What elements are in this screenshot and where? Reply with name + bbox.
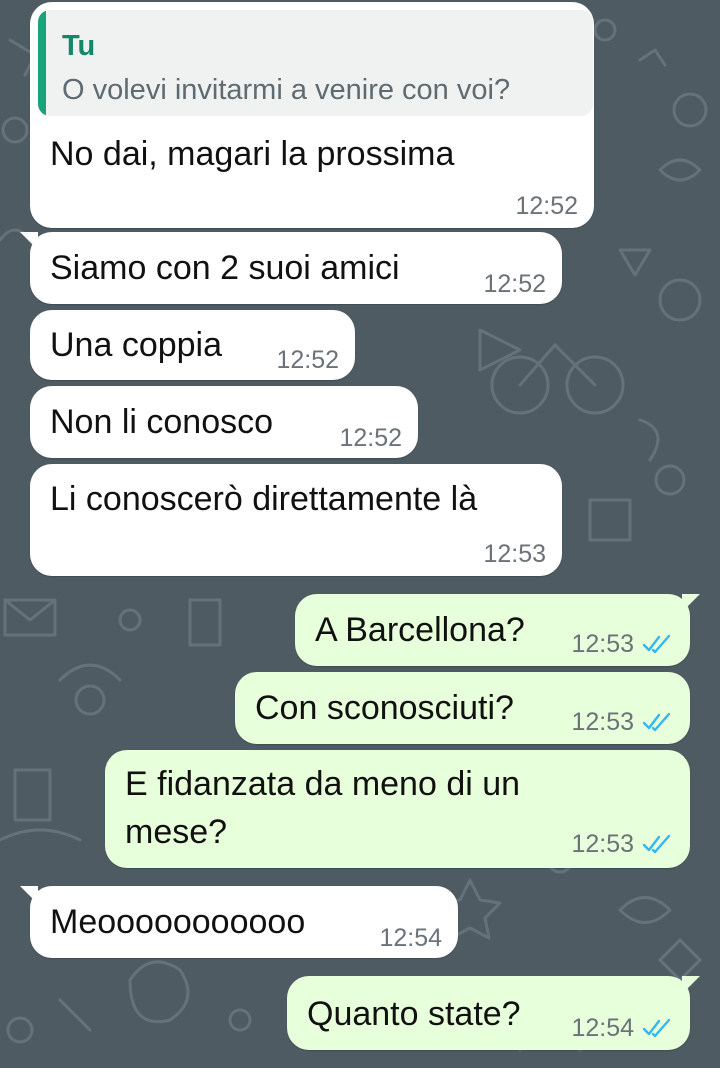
bubble-tail xyxy=(20,886,38,904)
message-bubble-incoming[interactable]: Li conoscerò direttamente là 12:53 xyxy=(30,464,562,576)
bubble-tail xyxy=(682,976,700,994)
message-time: 12:54 xyxy=(571,1014,634,1042)
chat-screen: { "colors": { "wallpaper": "#4f5b63", "i… xyxy=(0,0,720,1068)
message-time: 12:52 xyxy=(276,346,339,374)
message-bubble-incoming[interactable]: Meooooooooooo 12:54 xyxy=(20,886,458,958)
message-text: Quanto state? xyxy=(307,995,521,1033)
bubble-tail xyxy=(20,232,38,250)
message-bubble-outgoing[interactable]: Quanto state? 12:54 xyxy=(287,976,700,1050)
message-bubble-outgoing[interactable]: Con sconosciuti? 12:53 xyxy=(235,672,690,744)
message-time: 12:53 xyxy=(571,830,634,858)
message-text-line-1: E fidanzata da meno di un xyxy=(125,765,521,803)
message-text: Una coppia xyxy=(50,326,223,364)
read-ticks-icon xyxy=(642,1018,671,1038)
read-ticks-icon xyxy=(642,634,671,654)
message-bubble-incoming[interactable]: Siamo con 2 suoi amici 12:52 xyxy=(20,232,562,304)
message-bubble-outgoing[interactable]: E fidanzata da meno di un mese? 12:53 xyxy=(105,750,690,868)
read-ticks-icon xyxy=(642,834,671,854)
read-ticks-icon xyxy=(642,712,671,732)
quoted-message[interactable]: Tu O volevi invitarmi a venire con voi? xyxy=(38,10,593,116)
message-bubble-outgoing[interactable]: A Barcellona? 12:53 xyxy=(295,594,700,666)
message-time: 12:53 xyxy=(571,708,634,736)
message-text-line-2: mese? xyxy=(125,813,228,851)
message-time: 12:53 xyxy=(571,630,634,658)
message-bubble-incoming[interactable]: Tu O volevi invitarmi a venire con voi? … xyxy=(30,2,594,228)
bubble-tail xyxy=(682,594,700,612)
message-bubble-incoming[interactable]: Non li conosco 12:52 xyxy=(30,386,418,458)
message-time: 12:53 xyxy=(483,540,546,568)
message-text: A Barcellona? xyxy=(315,611,525,649)
message-text: No dai, magari la prossima xyxy=(50,135,455,173)
message-text: Non li conosco xyxy=(50,403,274,441)
message-text: Con sconosciuti? xyxy=(255,689,514,727)
message-time: 12:54 xyxy=(379,924,442,952)
message-time: 12:52 xyxy=(483,270,546,298)
quote-accent-bar xyxy=(38,10,46,116)
message-time: 12:52 xyxy=(515,192,578,220)
quote-author: Tu xyxy=(62,30,96,62)
message-time: 12:52 xyxy=(339,424,402,452)
message-text: Siamo con 2 suoi amici xyxy=(50,249,400,287)
message-text: Li conoscerò direttamente là xyxy=(50,480,478,518)
quote-text: O volevi invitarmi a venire con voi? xyxy=(62,74,511,106)
message-bubble-incoming[interactable]: Una coppia 12:52 xyxy=(30,310,355,380)
message-text: Meooooooooooo xyxy=(50,903,306,941)
